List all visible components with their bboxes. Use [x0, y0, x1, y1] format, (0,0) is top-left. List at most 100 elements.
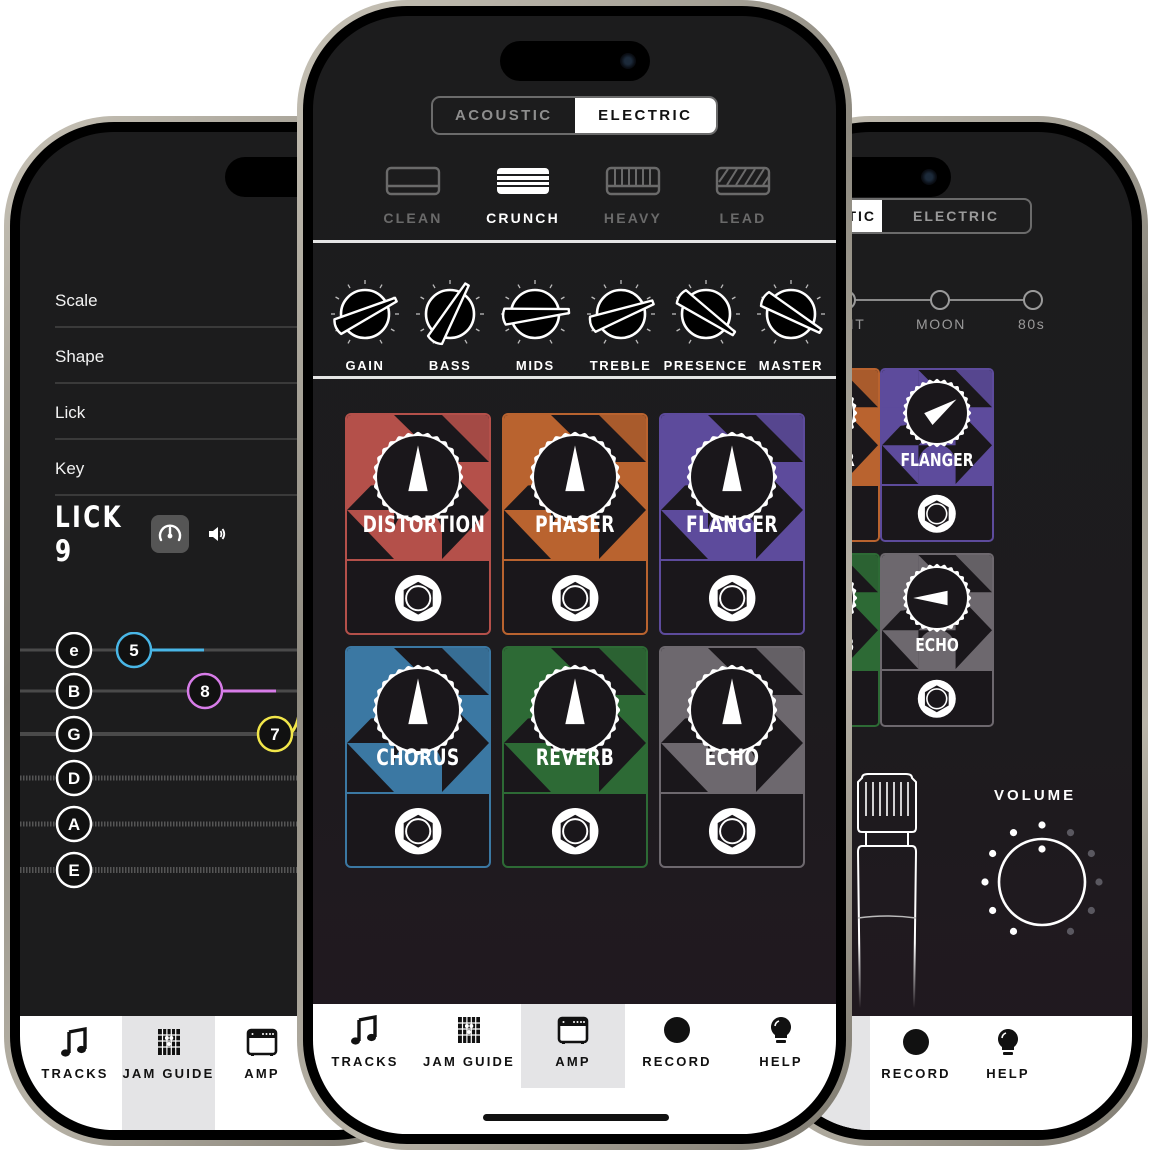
knob-tick	[420, 296, 425, 300]
knob-tick	[517, 339, 521, 344]
footswitch-icon[interactable]	[394, 574, 442, 622]
pedal-chorus[interactable]: CHORUS	[345, 646, 491, 868]
gain-knob-dial[interactable]	[326, 278, 404, 354]
treble-knob-dial[interactable]	[582, 278, 660, 354]
speaker-icon[interactable]	[207, 525, 227, 543]
knob-tick	[731, 296, 736, 300]
tab-amp[interactable]: AMP	[215, 1016, 309, 1130]
speed-button[interactable]	[151, 515, 189, 553]
footswitch-icon[interactable]	[551, 807, 599, 855]
tab-amp[interactable]: AMP	[521, 1004, 625, 1088]
tone-lead[interactable]: LEAD	[698, 166, 788, 226]
volume-knob[interactable]	[972, 812, 1112, 952]
toggle-acoustic[interactable]: ACOUSTIC	[433, 98, 575, 133]
volume-knob-indicator	[1038, 845, 1046, 853]
pedal-knob[interactable]	[684, 429, 780, 525]
tone-crunch[interactable]: CRUNCH	[478, 166, 568, 226]
pedal-name: ECHO	[704, 746, 760, 771]
footswitch-area[interactable]	[347, 792, 489, 866]
pedal-reverb[interactable]: REVERB	[502, 646, 648, 868]
tab-jam-guide[interactable]: JAM GUIDE	[122, 1016, 215, 1130]
volume-level-dot	[1095, 878, 1103, 886]
footswitch-area[interactable]	[504, 792, 646, 866]
music-note-icon	[351, 1014, 377, 1045]
knob-tick	[634, 284, 639, 289]
toggle-electric[interactable]: ELECTRIC	[882, 200, 1030, 232]
knob-bass[interactable]: BASS	[408, 278, 492, 373]
string-label: e	[69, 641, 78, 660]
footswitch-icon[interactable]	[708, 807, 756, 855]
knob-tick	[549, 339, 553, 344]
tab-record[interactable]: RECORD	[870, 1016, 962, 1130]
footswitch-area[interactable]	[882, 669, 992, 725]
pedal-flanger[interactable]: FLANGER	[880, 368, 994, 542]
pedal-knob[interactable]	[900, 561, 974, 635]
knob-tick	[561, 328, 566, 332]
preset-label: 80s	[1018, 316, 1046, 332]
knob-tick	[602, 339, 607, 344]
music-note-icon	[61, 1026, 87, 1057]
presence-knob-dial[interactable]	[667, 278, 745, 354]
string-label: A	[68, 815, 80, 834]
footswitch-icon[interactable]	[708, 574, 756, 622]
menu-item-label: Shape	[55, 347, 105, 366]
pedal-distortion[interactable]: DISTORTION	[345, 413, 491, 635]
tone-heavy[interactable]: HEAVY	[588, 166, 678, 226]
master-knob-dial[interactable]	[752, 278, 830, 354]
pedal-knob[interactable]	[370, 429, 466, 525]
lick-header: LICK 9	[55, 500, 227, 568]
tab-help[interactable]: HELP	[962, 1016, 1054, 1130]
toggle-electric[interactable]: ELECTRIC	[574, 98, 716, 133]
microphone-icon	[856, 773, 918, 1009]
pedal-name: FLANGER	[900, 450, 974, 471]
volume-level-dot	[1087, 849, 1095, 858]
bass-knob-dial[interactable]	[411, 278, 489, 354]
knob-tick	[646, 296, 651, 300]
pedal-knob[interactable]	[527, 662, 623, 758]
footswitch-area[interactable]	[661, 792, 803, 866]
footswitch-icon[interactable]	[917, 494, 957, 534]
tab-help[interactable]: HELP	[729, 1004, 833, 1134]
footswitch-area[interactable]	[661, 559, 803, 633]
home-indicator[interactable]	[483, 1114, 669, 1121]
volume-level-dot	[981, 878, 989, 886]
pedal-echo[interactable]: ECHO	[880, 553, 994, 727]
pedal-echo[interactable]: ECHO	[659, 646, 805, 868]
tab-label: HELP	[986, 1066, 1030, 1081]
pedal-knob[interactable]	[370, 662, 466, 758]
pedal-knob[interactable]	[684, 662, 780, 758]
knob-tick	[646, 328, 651, 332]
footswitch-area[interactable]	[504, 559, 646, 633]
string-label: G	[67, 725, 80, 744]
string-label: E	[68, 861, 79, 880]
section-divider	[313, 240, 836, 243]
footswitch-area[interactable]	[347, 559, 489, 633]
tab-tracks[interactable]: TRACKS	[313, 1004, 417, 1134]
knob-presence[interactable]: PRESENCE	[664, 278, 748, 373]
volume-level-dot	[1066, 927, 1075, 935]
footswitch-icon[interactable]	[917, 679, 957, 719]
pedal-knob[interactable]	[900, 376, 974, 450]
knob-gain[interactable]: GAIN	[323, 278, 407, 373]
volume-level-dot	[1066, 829, 1075, 837]
footswitch-icon[interactable]	[394, 807, 442, 855]
fret-number: 8	[200, 682, 209, 701]
tone-clean[interactable]: CLEAN	[368, 166, 458, 226]
knob-master[interactable]: MASTER	[749, 278, 833, 373]
footswitch-area[interactable]	[882, 484, 992, 540]
knob-tick	[761, 328, 766, 332]
preset-stop[interactable]	[1023, 290, 1043, 310]
tab-label: RECORD	[642, 1054, 712, 1069]
pedal-flanger[interactable]: FLANGER	[659, 413, 805, 635]
preset-stop[interactable]	[930, 290, 950, 310]
mids-knob-dial[interactable]	[496, 278, 574, 354]
tone-label: CRUNCH	[486, 210, 560, 226]
tab-tracks[interactable]: TRACKS	[28, 1016, 122, 1130]
lead-amp-icon	[715, 166, 771, 196]
footswitch-icon[interactable]	[551, 574, 599, 622]
tab-label: HELP	[759, 1054, 803, 1069]
pedal-phaser[interactable]: PHASER	[502, 413, 648, 635]
pedal-knob[interactable]	[527, 429, 623, 525]
knob-mids[interactable]: MIDS	[493, 278, 577, 373]
knob-treble[interactable]: TREBLE	[579, 278, 663, 373]
